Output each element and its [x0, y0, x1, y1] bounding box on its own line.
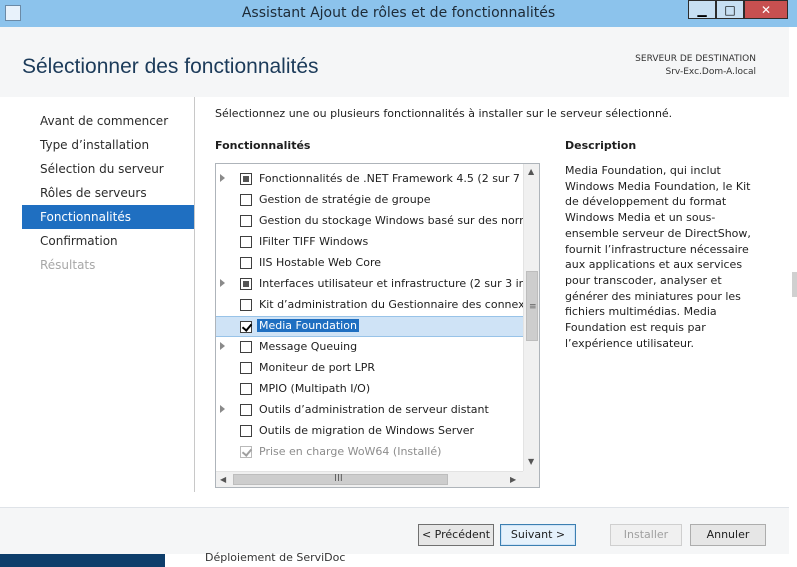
- nav-step[interactable]: Sélection du serveur: [22, 157, 194, 181]
- expand-arrow-icon[interactable]: [220, 342, 225, 350]
- features-heading: Fonctionnalités: [215, 139, 311, 152]
- next-button[interactable]: Suivant >: [500, 524, 576, 546]
- scroll-up-icon[interactable]: ▲: [528, 167, 534, 176]
- minimize-button[interactable]: ▁: [688, 0, 716, 19]
- feature-row[interactable]: Media Foundation: [216, 316, 523, 337]
- feature-label: Interfaces utilisateur et infrastructure…: [259, 277, 540, 290]
- feature-row[interactable]: Moniteur de port LPR: [216, 358, 523, 379]
- background-window: Déploiement de ServiDoc: [0, 551, 797, 567]
- vertical-scroll-thumb[interactable]: ≡: [526, 271, 538, 341]
- feature-label: Gestion de stratégie de groupe: [259, 193, 431, 206]
- scroll-left-icon[interactable]: ◀: [220, 475, 226, 484]
- wizard-content: Avant de commencer Type d’installation Sél…: [0, 97, 789, 507]
- description-heading: Description: [565, 139, 637, 152]
- feature-checkbox[interactable]: [240, 215, 252, 227]
- background-text: Déploiement de ServiDoc: [205, 551, 346, 564]
- background-edge: [789, 27, 797, 554]
- grip-icon: III: [334, 473, 343, 484]
- horizontal-scroll-thumb[interactable]: III: [233, 473, 448, 485]
- scrollbar-corner: [523, 471, 539, 487]
- nav-step[interactable]: Rôles de serveurs: [22, 181, 194, 205]
- wizard-frame: Sélectionner des fonctionnalités SERVEUR…: [0, 27, 790, 555]
- feature-label: Outils d’administration de serveur dista…: [259, 403, 489, 416]
- feature-label: IIS Hostable Web Core: [259, 256, 381, 269]
- wizard-footer: < Précédent Suivant > Installer Annuler: [0, 507, 789, 555]
- feature-label: Moniteur de port LPR: [259, 361, 376, 374]
- destination-server-label: SERVEUR DE DESTINATION: [635, 54, 756, 64]
- feature-checkbox[interactable]: [240, 299, 252, 311]
- feature-checkbox[interactable]: [240, 404, 252, 416]
- expand-arrow-icon[interactable]: [220, 405, 225, 413]
- expand-arrow-icon[interactable]: [220, 174, 225, 182]
- feature-label: Kit d’administration du Gestionnaire des…: [259, 298, 535, 311]
- feature-row[interactable]: Kit d’administration du Gestionnaire des…: [216, 295, 534, 316]
- page-title: Sélectionner des fonctionnalités: [22, 55, 319, 78]
- feature-checkbox[interactable]: [240, 362, 252, 374]
- feature-row[interactable]: IIS Hostable Web Core: [216, 253, 523, 274]
- feature-label: Fonctionnalités de .NET Framework 4.5 (2…: [259, 172, 540, 185]
- intro-text: Sélectionnez une ou plusieurs fonctionna…: [215, 107, 673, 120]
- close-button[interactable]: ✕: [744, 0, 788, 19]
- taskbar-strip: [0, 554, 165, 567]
- expand-arrow-icon[interactable]: [220, 279, 225, 287]
- feature-label: Prise en charge WoW64 (Installé): [259, 445, 442, 458]
- feature-label: IFilter TIFF Windows: [259, 235, 369, 248]
- previous-button[interactable]: < Précédent: [418, 524, 494, 546]
- feature-row[interactable]: Gestion du stockage Windows basé sur des…: [216, 211, 537, 232]
- feature-row[interactable]: Gestion de stratégie de groupe: [216, 190, 523, 211]
- cancel-button[interactable]: Annuler: [690, 524, 766, 546]
- title-bar: Assistant Ajout de rôles et de fonctionn…: [0, 0, 797, 27]
- wizard-steps-nav: Avant de commencer Type d’installation Sél…: [22, 109, 194, 277]
- feature-checkbox[interactable]: [240, 278, 252, 290]
- maximize-button[interactable]: □: [716, 0, 744, 19]
- feature-checkbox[interactable]: [240, 194, 252, 206]
- feature-row[interactable]: Outils de migration de Windows Server: [216, 421, 523, 442]
- feature-label: MPIO (Multipath I/O): [259, 382, 371, 395]
- background-scroll-mark: [792, 272, 797, 297]
- features-tree[interactable]: Fonctionnalités de .NET Framework 4.5 (2…: [215, 163, 540, 488]
- nav-step: Résultats: [40, 258, 96, 272]
- feature-checkbox[interactable]: [240, 257, 252, 269]
- horizontal-scrollbar[interactable]: ◀ III ▶: [216, 471, 523, 487]
- feature-row[interactable]: MPIO (Multipath I/O): [216, 379, 523, 400]
- wizard-header: Sélectionner des fonctionnalités SERVEUR…: [0, 27, 789, 97]
- scroll-right-icon[interactable]: ▶: [510, 475, 516, 484]
- nav-step[interactable]: Confirmation: [22, 229, 194, 253]
- feature-label: Message Queuing: [259, 340, 358, 353]
- feature-row[interactable]: Interfaces utilisateur et infrastructure…: [216, 274, 539, 295]
- feature-checkbox[interactable]: [240, 383, 252, 395]
- feature-checkbox[interactable]: [240, 321, 252, 333]
- install-button[interactable]: Installer: [610, 524, 682, 546]
- scroll-down-icon[interactable]: ▼: [528, 457, 534, 466]
- destination-server-name: Srv-Exc.Dom-A.local: [665, 67, 757, 77]
- feature-checkbox: [240, 446, 252, 458]
- feature-checkbox[interactable]: [240, 236, 252, 248]
- feature-checkbox[interactable]: [240, 425, 252, 437]
- feature-row[interactable]: Outils d’administration de serveur dista…: [216, 400, 523, 421]
- grip-icon: ≡: [529, 302, 537, 312]
- feature-label: Gestion du stockage Windows basé sur des…: [259, 214, 537, 227]
- nav-step[interactable]: Avant de commencer: [22, 109, 194, 133]
- description-text: Media Foundation, qui inclut Windows Med…: [565, 164, 751, 350]
- nav-step[interactable]: Fonctionnalités: [22, 205, 194, 229]
- feature-checkbox[interactable]: [240, 341, 252, 353]
- feature-row[interactable]: Message Queuing: [216, 337, 523, 358]
- feature-label: Media Foundation: [257, 319, 359, 332]
- nav-step[interactable]: Type d’installation: [22, 133, 194, 157]
- feature-row[interactable]: Prise en charge WoW64 (Installé): [216, 442, 523, 463]
- feature-label: Outils de migration de Windows Server: [259, 424, 475, 437]
- feature-checkbox[interactable]: [240, 173, 252, 185]
- feature-row[interactable]: Fonctionnalités de .NET Framework 4.5 (2…: [216, 169, 539, 190]
- window-title: Assistant Ajout de rôles et de fonctionn…: [241, 5, 556, 21]
- vertical-scrollbar[interactable]: ▲ ≡ ▼: [523, 164, 539, 471]
- feature-row[interactable]: IFilter TIFF Windows: [216, 232, 523, 253]
- nav-divider: [194, 97, 195, 492]
